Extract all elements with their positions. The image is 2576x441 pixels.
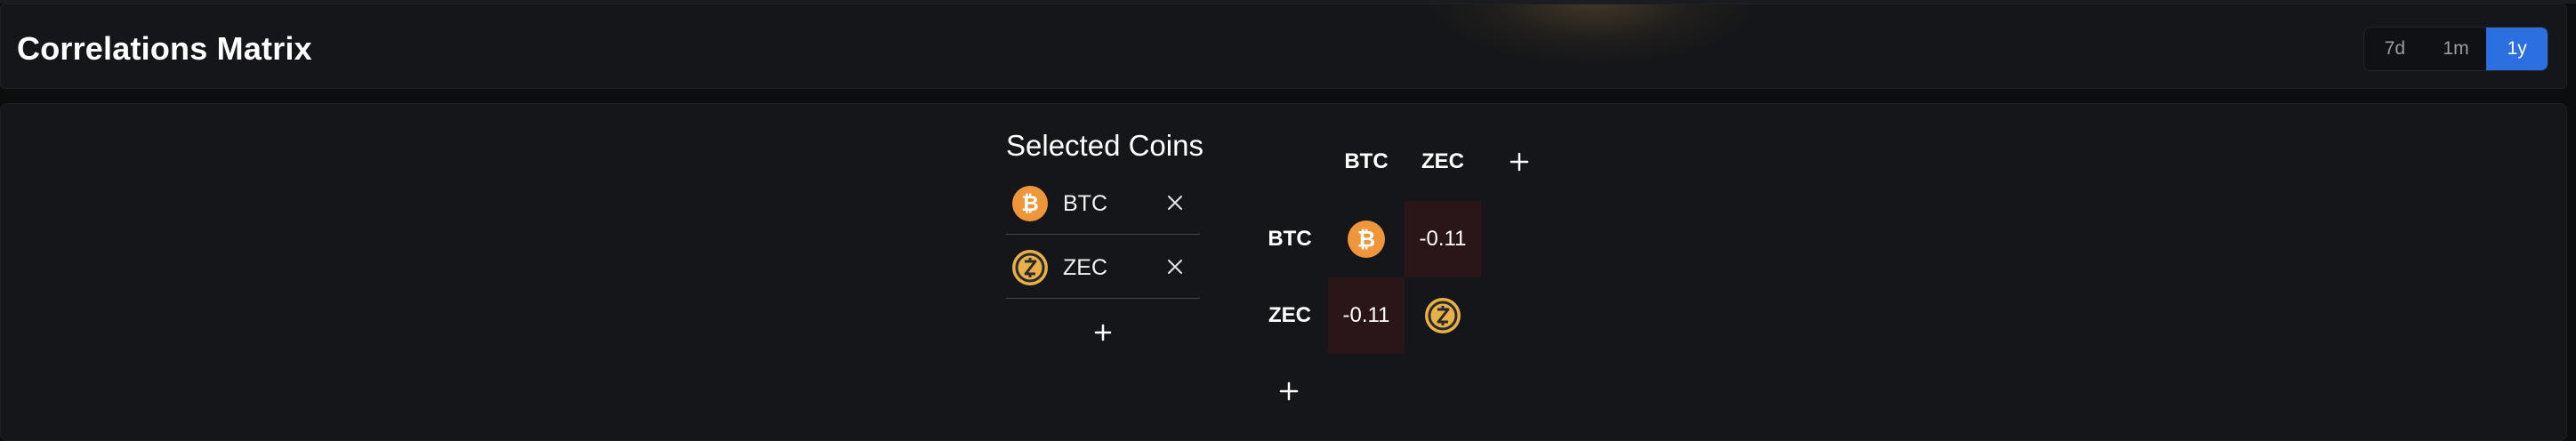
- add-row-button[interactable]: [1274, 376, 1304, 406]
- bitcoin-icon: ₿: [1348, 220, 1385, 258]
- matrix-column-header: BTC: [1344, 149, 1389, 173]
- range-7d-button[interactable]: 7d: [2364, 28, 2426, 70]
- matrix-column-header: ZEC: [1421, 149, 1464, 173]
- add-coin-button[interactable]: [1087, 317, 1119, 349]
- close-icon: [1168, 196, 1182, 210]
- plus-icon: [1509, 152, 1529, 172]
- add-column-button[interactable]: [1504, 147, 1534, 177]
- range-1m-button[interactable]: 1m: [2426, 28, 2487, 70]
- header-bar: Correlations Matrix 7d 1m 1y: [0, 4, 2567, 89]
- coin-name: ZEC: [1063, 255, 1107, 280]
- svg-text:₿: ₿: [1357, 226, 1376, 252]
- matrix-row-header: BTC: [1268, 227, 1312, 251]
- page-title: Correlations Matrix: [17, 30, 312, 67]
- remove-zec-button[interactable]: [1163, 254, 1187, 279]
- header-glow: [1424, 4, 1762, 67]
- bitcoin-icon: ₿: [1012, 186, 1048, 221]
- close-icon: [1168, 260, 1182, 274]
- svg-text:₿: ₿: [1021, 191, 1039, 216]
- matrix-diagonal-cell: [1405, 277, 1481, 354]
- zcash-icon: [1012, 250, 1048, 285]
- plus-icon: [1094, 324, 1112, 341]
- matrix-diagonal-cell: ₿: [1328, 201, 1405, 277]
- selected-coins-title: Selected Coins: [1006, 129, 1203, 162]
- range-1y-button[interactable]: 1y: [2486, 28, 2548, 70]
- coin-list-item-zec: ZEC: [1006, 235, 1200, 299]
- remove-btc-button[interactable]: [1163, 190, 1187, 215]
- coin-name: BTC: [1063, 191, 1107, 216]
- matrix-row-header: ZEC: [1268, 303, 1311, 327]
- time-range-selector: 7d 1m 1y: [2363, 27, 2548, 71]
- zcash-icon: [1425, 298, 1461, 333]
- plus-icon: [1279, 381, 1299, 401]
- matrix-cell: -0.11: [1405, 201, 1481, 277]
- coin-list-item-btc: ₿ BTC: [1006, 171, 1200, 235]
- matrix-cell: -0.11: [1328, 277, 1405, 354]
